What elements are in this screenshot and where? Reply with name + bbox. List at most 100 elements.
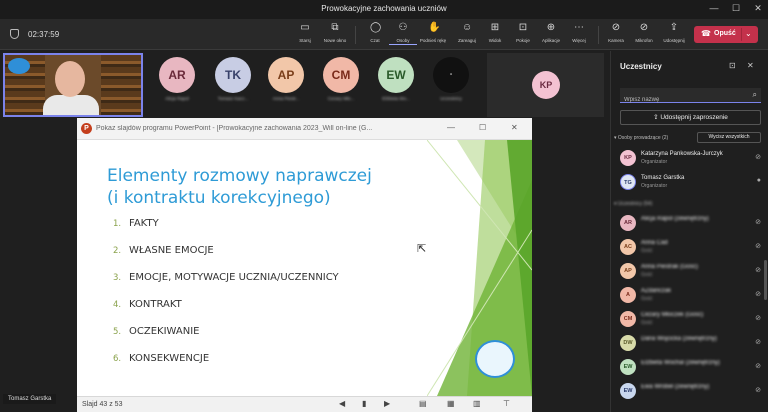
people-button[interactable]: ⚇ Osoby	[389, 23, 417, 45]
camera-label: Kamera	[608, 38, 624, 43]
share-button[interactable]: ⇪ Udostępnij	[660, 22, 688, 44]
participant-row[interactable]: CM Cezary Młoczek (Gość) Gość ⊘	[620, 309, 765, 331]
participant-role: Organizator	[641, 183, 668, 189]
more-button[interactable]: ⋯ Więcej	[565, 23, 593, 44]
participant-row[interactable]: AC Anna Cad Gość ⊘	[620, 237, 765, 259]
chat-button[interactable]: ◯ Czat	[361, 23, 389, 44]
react-button[interactable]: ☺ Zareaguj	[453, 23, 481, 44]
raise-hand-button[interactable]: ✋ Podnieś rękę	[419, 23, 447, 44]
participant-row[interactable]: AP Anna Piestrak (Gość) Gość ⊘	[620, 261, 765, 283]
participant-name: Cezary Mło...	[327, 96, 355, 101]
slide-canvas[interactable]: Elementy rozmowy naprawczej (i kontraktu…	[77, 140, 532, 396]
apps-icon: ⊕	[546, 22, 556, 33]
participant-row[interactable]: A AZdanczak Gość ⊘	[620, 285, 765, 307]
new-window-button[interactable]: ⧉ Nowe okno	[321, 23, 349, 44]
view-label: Widok	[488, 38, 502, 43]
normal-view-icon[interactable]: ▤	[419, 399, 427, 408]
avatar: KP	[620, 150, 636, 166]
organizers-section-label: Osoby prowadzące (2)	[617, 135, 669, 141]
mic-off-icon: ⊘	[755, 363, 761, 370]
overflow-label: Uczestnicy	[440, 96, 462, 101]
mic-off-icon: ⊘	[755, 154, 761, 161]
view-button[interactable]: ⊞ Widok	[481, 23, 509, 44]
avatar: AC	[620, 239, 636, 255]
camera-button[interactable]: ⊘ Kamera	[602, 22, 630, 44]
participant-row[interactable]: DW Daria Wojcicka (zewnętrzny) ⊘	[620, 333, 765, 355]
participant-name: Tomasz Garstka	[641, 175, 685, 181]
leave-button[interactable]: ☎ Opuść ⌄	[694, 26, 758, 43]
share-icon: ⇪	[669, 22, 679, 33]
slideshow-icon[interactable]: ⊤	[503, 399, 510, 408]
panel-scrollbar[interactable]	[764, 260, 767, 300]
stage-button[interactable]: ▭ Starsj	[291, 23, 319, 44]
participant-tile[interactable]: AR Alicja Rapol	[157, 57, 197, 101]
camera-off-icon: ⊘	[611, 22, 621, 33]
apps-button[interactable]: ⊕ Aplikacje	[537, 22, 565, 44]
close-icon[interactable]: ✕	[748, 3, 768, 14]
organizers-section-header[interactable]: ▾ Osoby prowadzące (2)	[614, 135, 668, 141]
participant-row[interactable]: KP Katarzyna Pankowska-Jurczyk Organizat…	[620, 148, 765, 170]
share-invite-label: Udostępnij zaproszenie	[660, 114, 728, 121]
participant-name: Anna Piestrak (Gość)	[641, 264, 699, 270]
chat-label: Czat	[370, 38, 380, 43]
item-text: KONSEKWENCJE	[129, 353, 210, 364]
chevron-down-icon[interactable]: ⌄	[745, 29, 752, 38]
attendees-section-header[interactable]: ▾ Uczestnicy (54)	[614, 201, 652, 207]
avatar: AR	[620, 215, 636, 231]
ppt-title-bar: P Pokaz slajdów programu PowerPoint - [P…	[77, 118, 532, 140]
more-label: Więcej	[572, 38, 586, 43]
close-icon[interactable]: ✕	[747, 61, 754, 70]
avatar: AR	[159, 57, 195, 93]
new-window-label: Nowe okno	[323, 38, 347, 43]
participant-tile[interactable]: EW Elżbieta Wo...	[376, 57, 416, 101]
participant-name: Elżbieta Wo...	[382, 96, 410, 101]
slide-menu-icon[interactable]: ▮	[362, 399, 366, 408]
mute-all-button[interactable]: Wycisz wszystkich	[697, 132, 761, 143]
participant-name: Cezary Młoczek (Gość)	[641, 312, 704, 318]
maximize-icon[interactable]: ☐	[479, 123, 486, 132]
participant-tile[interactable]: TK Tomasz Kacz...	[213, 57, 253, 101]
reading-view-icon[interactable]: ▥	[473, 399, 481, 408]
participant-row[interactable]: EW Ewa Wróbel (zewnętrzny) ⊘	[620, 381, 765, 403]
rooms-button[interactable]: ⊡ Pokoje	[509, 23, 537, 44]
apps-label: Aplikacje	[541, 38, 560, 43]
item-number: 5.	[113, 327, 122, 337]
minimize-icon[interactable]: —	[447, 123, 455, 132]
previous-slide-icon[interactable]: ◀	[339, 399, 345, 408]
participant-role: Gość	[641, 320, 653, 326]
search-input[interactable]	[620, 93, 742, 107]
participant-row[interactable]: EW Elżbieta Wochal (zewnętrzny) ⊘	[620, 357, 765, 379]
share-invite-button[interactable]: ⇪ Udostępnij zaproszenie	[620, 110, 761, 125]
minimize-icon[interactable]: —	[704, 3, 724, 13]
participant-role: Gość	[641, 248, 653, 254]
toolbar-divider	[355, 26, 356, 44]
slide-sorter-icon[interactable]: ▦	[447, 399, 455, 408]
search-box[interactable]: ⌕	[620, 88, 761, 107]
participant-tile[interactable]: CM Cezary Mło...	[321, 57, 361, 101]
close-icon[interactable]: ✕	[511, 123, 518, 132]
window-title: Prowokacyjne zachowania uczniów	[321, 4, 447, 13]
meeting-toolbar: 02:37:59 ▭ Starsj ⧉ Nowe okno ◯ Czat ⚇ O…	[0, 19, 768, 50]
item-number: 4.	[113, 300, 122, 310]
item-text: EMOCJE, MOTYWACJE UCZNIA/UCZENNICY	[129, 272, 339, 283]
list-item: 1. FAKTY	[113, 218, 339, 245]
participant-name: Daria Wojcicka (zewnętrzny)	[641, 336, 717, 342]
powerpoint-icon: P	[81, 123, 92, 134]
ppt-window-title: Pokaz slajdów programu PowerPoint - [Pro…	[96, 125, 373, 132]
people-icon: ⚇	[398, 22, 408, 33]
participant-role: Gość	[641, 272, 653, 278]
pop-out-icon[interactable]: ⊡	[729, 61, 736, 70]
mic-button[interactable]: ⊘ Mikrofon	[630, 23, 658, 44]
maximize-icon[interactable]: ☐	[726, 3, 746, 14]
next-slide-icon[interactable]: ▶	[384, 399, 390, 408]
avatar: DW	[620, 335, 636, 351]
participant-row[interactable]: TG Tomasz Garstka Organizator ●	[620, 172, 765, 194]
participant-tile[interactable]: AP Anna Piestr...	[266, 57, 306, 101]
overflow-tile[interactable]: • Uczestnicy	[431, 57, 471, 101]
participant-row[interactable]: AR Alicja Rapol (zewnętrzny) ⊘	[620, 213, 765, 235]
school-logo	[475, 340, 515, 378]
title-bar: Prowokacyjne zachowania uczniów — ☐ ✕	[0, 0, 768, 19]
active-speaker-tile[interactable]: KP	[487, 53, 604, 117]
presenter-head	[55, 61, 85, 97]
self-video-tile[interactable]	[3, 53, 143, 117]
